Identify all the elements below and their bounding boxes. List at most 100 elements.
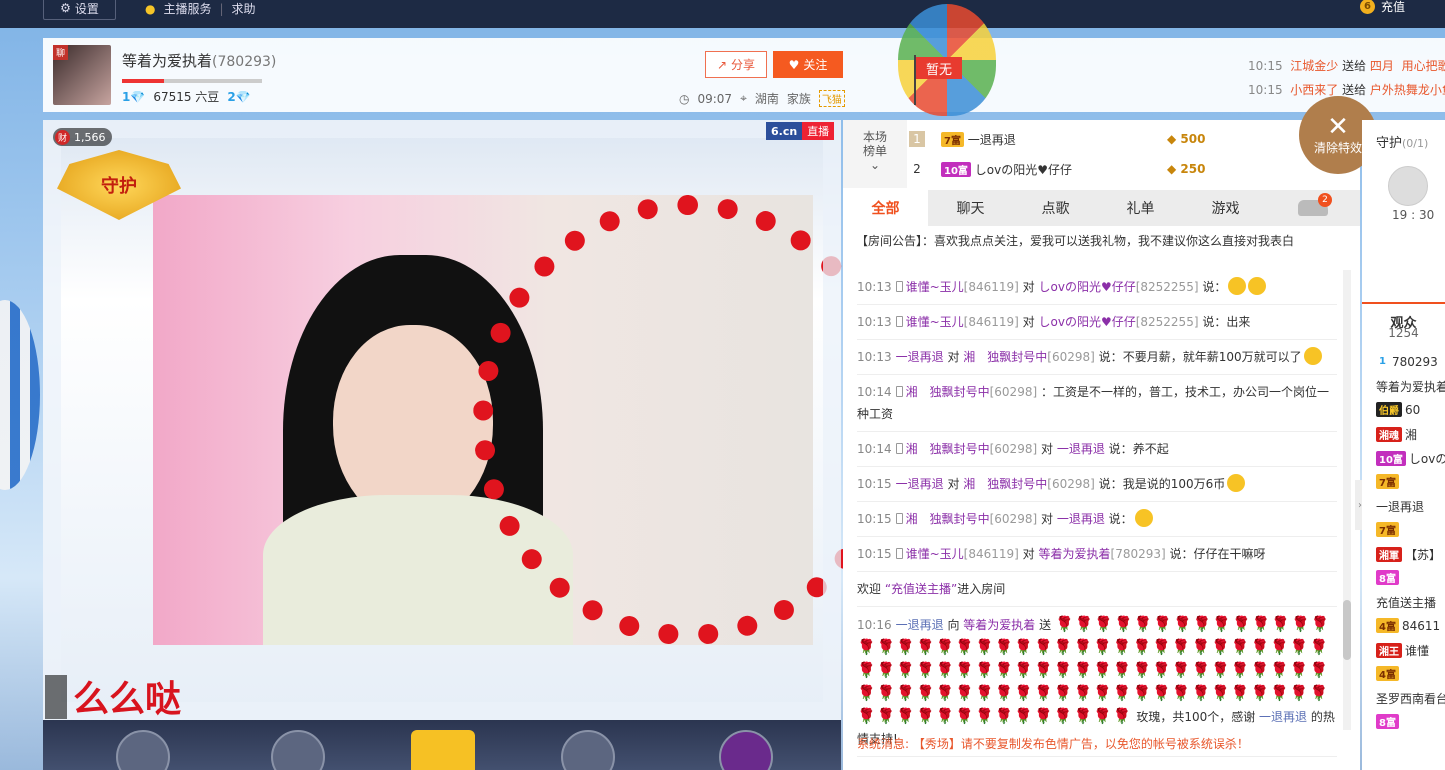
- family-tag[interactable]: 飞猫: [818, 90, 845, 107]
- phone-icon: [895, 316, 903, 327]
- settings-button[interactable]: ⚙ 设置: [43, 0, 116, 20]
- audience-item[interactable]: 4富 84611: [1376, 618, 1445, 633]
- audience-item[interactable]: 等着为爱执着: [1376, 378, 1445, 395]
- tab-chat[interactable]: 聊天: [928, 190, 1013, 226]
- diamond-icon: 💎: [235, 89, 251, 104]
- tab-all[interactable]: 全部: [843, 190, 928, 226]
- user-name[interactable]: 谁懂~玉儿: [906, 315, 964, 329]
- user-name[interactable]: 一退再退: [1057, 442, 1105, 456]
- fireworks-icon[interactable]: [719, 730, 773, 770]
- audience-item[interactable]: 圣罗西南看台: [1376, 690, 1445, 707]
- emoji-icon: [1134, 509, 1153, 527]
- wealth-icon: 财: [55, 129, 70, 145]
- diamond-icon: 💎: [130, 89, 146, 104]
- mic-seats-strip: [43, 720, 841, 770]
- empty-seat[interactable]: [116, 730, 170, 770]
- heart-icon: ♥: [788, 57, 800, 72]
- rank-row[interactable]: 2 10富 しovの阳光♥仔仔 ◆ 250: [907, 154, 1357, 184]
- car-count-badge: 2: [1318, 193, 1332, 207]
- wealth-value: 1,566: [74, 130, 106, 144]
- divider: |: [219, 1, 224, 16]
- user-name[interactable]: 湘 独飘封号中: [906, 442, 990, 456]
- follow-button[interactable]: ♥ 关注: [773, 51, 843, 78]
- user-name[interactable]: 湘 独飘封号中: [906, 385, 990, 399]
- gift-ticker-1: 10:15 江城金少 送给 四月 用心把歌唱 131: [1248, 59, 1445, 73]
- audience-item[interactable]: 湘魂湘: [1376, 426, 1445, 443]
- audience-item[interactable]: 1 780293: [1376, 354, 1445, 369]
- sign-text: 么么哒: [73, 678, 182, 720]
- tab-song[interactable]: 点歌: [1013, 190, 1098, 226]
- chat-panel: 本场 榜单 ⌄ 1 7富 一退再退 ◆ 500 2 10富 しovの阳光♥仔仔 …: [843, 120, 1360, 770]
- audience-item[interactable]: 充值送主播: [1376, 594, 1445, 611]
- chat-message: 10:13 谁懂~玉儿[846119] 对 しovの阳光♥仔仔[8252255] …: [857, 305, 1337, 340]
- audience-item[interactable]: 湘王 谁懂: [1376, 642, 1445, 659]
- rank-name: しovの阳光♥仔仔: [974, 162, 1072, 177]
- chevron-down-icon: ⌄: [869, 158, 881, 172]
- settings-label: 设置: [74, 1, 99, 16]
- share-button[interactable]: ↗ 分享: [705, 51, 767, 78]
- phone-icon: [895, 443, 903, 454]
- user-name[interactable]: 一退再退: [896, 477, 944, 491]
- location: 湖南: [754, 92, 779, 106]
- audience-name: 等着为爱执着: [1376, 380, 1445, 394]
- chat-messages: 10:13 谁懂~玉儿[846119] 对 しovの阳光♥仔仔[8252255] …: [857, 270, 1337, 757]
- live-label: 直播: [802, 122, 835, 140]
- star-gift-icon[interactable]: [411, 730, 475, 770]
- phone-icon: [895, 513, 903, 524]
- user-name[interactable]: 湘 独飘封号中: [963, 477, 1047, 491]
- user-name[interactable]: 一退再退: [1057, 512, 1105, 526]
- host-service-link[interactable]: 主播服务: [163, 0, 211, 17]
- location-icon: ⌖: [740, 91, 747, 105]
- user-badge: 10富: [1376, 451, 1406, 466]
- audience-item[interactable]: 一退再退: [1376, 498, 1445, 515]
- gift-ticker-2: 10:15 小西来了 送给 户外热舞龙小鱼！ 主播: [1248, 83, 1445, 97]
- user-name[interactable]: 谁懂~玉儿: [906, 280, 964, 294]
- tab-games[interactable]: 游戏: [1183, 190, 1268, 226]
- beans-count: 67515 六豆: [153, 90, 220, 104]
- user-badge: 8富: [1376, 570, 1399, 585]
- user-name[interactable]: 湘 独飘封号中: [906, 512, 990, 526]
- emoji-icon: [1228, 277, 1247, 295]
- rank-flag[interactable]: 暂无: [916, 57, 962, 79]
- guard-avatar[interactable]: [1388, 166, 1428, 206]
- audience-item[interactable]: 湘軍 【苏】: [1376, 546, 1445, 563]
- user-name[interactable]: しovの阳光♥仔仔: [1039, 280, 1136, 294]
- audience-item[interactable]: 8富: [1376, 570, 1445, 585]
- audience-item[interactable]: 8富: [1376, 714, 1445, 729]
- chat-scrollbar[interactable]: [1343, 270, 1351, 730]
- audience-name: 一退再退: [1376, 500, 1425, 514]
- user-name[interactable]: 等着为爱执着: [1039, 547, 1111, 561]
- penguin-icon: ●: [145, 1, 156, 16]
- wealth-badge: 财 1,566: [53, 128, 112, 146]
- host-links: ● 主播服务 | 求助: [145, 0, 256, 17]
- live-time: 09:07: [697, 91, 733, 106]
- audience-item[interactable]: 10富 しovの: [1376, 450, 1445, 467]
- audience-item[interactable]: 7富: [1376, 474, 1445, 489]
- help-link[interactable]: 求助: [232, 0, 256, 17]
- guard-time: 19 : 30: [1392, 208, 1435, 222]
- user-name[interactable]: 一退再退: [896, 350, 944, 364]
- phone-icon: [895, 386, 903, 397]
- user-name[interactable]: 谁懂~玉儿: [906, 547, 964, 561]
- audience-item[interactable]: 伯爵 60: [1376, 402, 1445, 417]
- video-player[interactable]: 财 1,566 6.cn 直播 守护 么么哒: [43, 120, 903, 720]
- audience-item[interactable]: 4富: [1376, 666, 1445, 681]
- video-stream: [153, 195, 903, 645]
- rank-row[interactable]: 1 7富 一退再退 ◆ 500: [907, 124, 1357, 154]
- user-name[interactable]: 湘 独飘封号中: [963, 350, 1047, 364]
- recharge-button[interactable]: 6 充值: [1360, 0, 1405, 15]
- gear-icon: ⚙: [60, 1, 71, 15]
- mic-icon[interactable]: [45, 675, 67, 719]
- user-badge: 4富: [1376, 666, 1399, 681]
- wealth-level-badge: 7富: [941, 131, 964, 147]
- coin-icon: 6: [1360, 0, 1375, 14]
- ranking-toggle[interactable]: 本场 榜单 ⌄: [843, 120, 907, 188]
- tab-gift-list[interactable]: 礼单: [1098, 190, 1183, 226]
- room-notice: 【房间公告】：喜欢我点点关注，爱我可以送我礼物，我不建议你这么直接对我表白: [856, 234, 1295, 248]
- rank-amount: ◆ 250: [1167, 162, 1206, 176]
- user-name[interactable]: しovの阳光♥仔仔: [1039, 315, 1136, 329]
- audience-item[interactable]: 7富: [1376, 522, 1445, 537]
- empty-seat[interactable]: [561, 730, 615, 770]
- emoji-icon: [1303, 347, 1322, 365]
- empty-seat[interactable]: [271, 730, 325, 770]
